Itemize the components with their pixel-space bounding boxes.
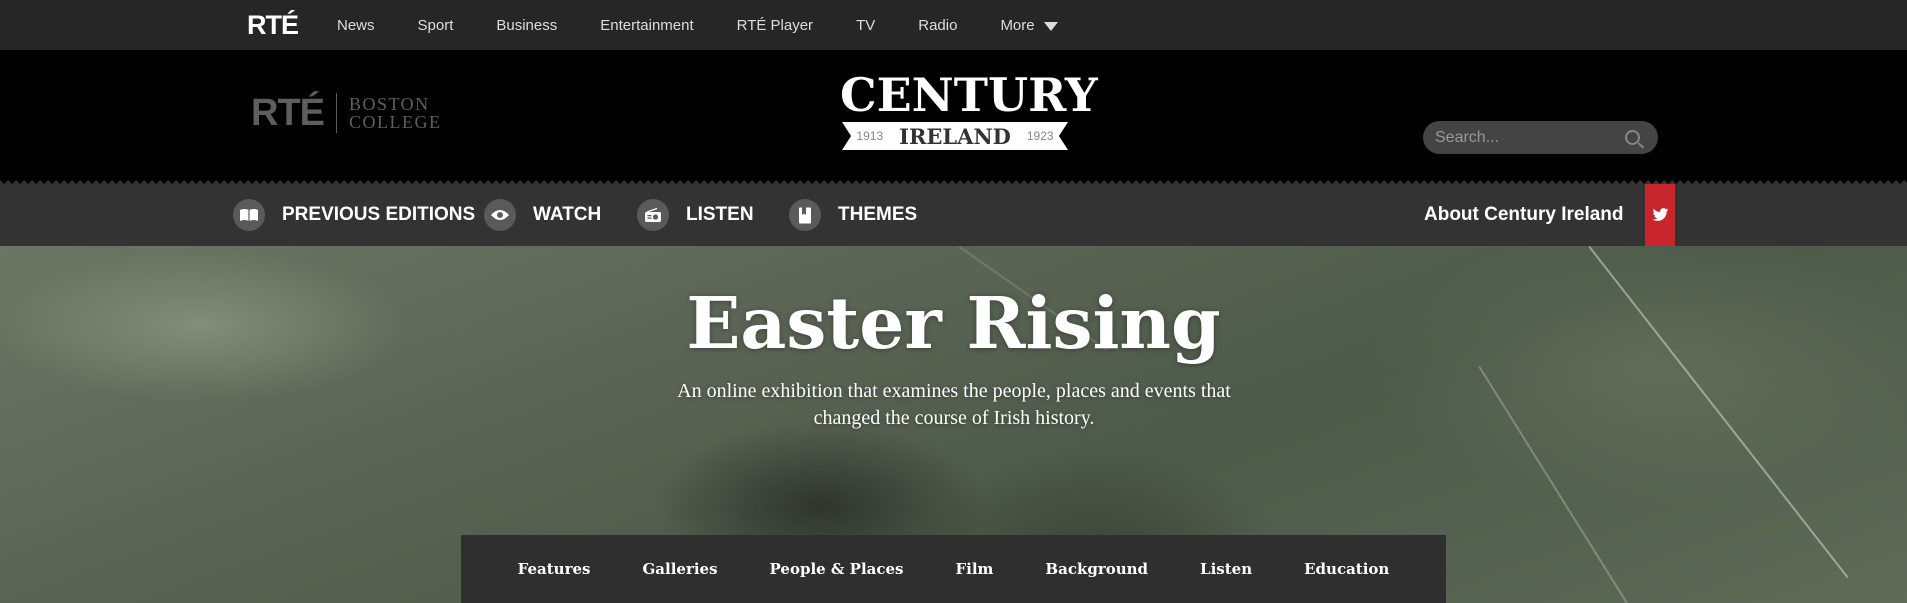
search-box xyxy=(1423,121,1658,154)
tab-background[interactable]: Background xyxy=(1045,560,1148,578)
tab-education[interactable]: Education xyxy=(1304,560,1389,578)
header-divider xyxy=(0,180,1907,188)
hero-banner: Easter Rising An online exhibition that … xyxy=(0,246,1907,603)
site-header: RTÉ BOSTON COLLEGE CENTURY 1913 IRELAND … xyxy=(0,50,1907,184)
nav-more-label: More xyxy=(1000,16,1035,34)
brand-ireland: IRELAND xyxy=(899,123,1011,149)
brand-title: CENTURY xyxy=(840,68,1098,122)
hero-photo-crack xyxy=(1478,366,1629,603)
caret-down-icon xyxy=(1043,21,1058,31)
rte-top-nav: RTÉ News Sport Business Entertainment RT… xyxy=(0,0,1907,50)
eye-icon xyxy=(484,199,516,231)
partner-rte-logo: RTÉ xyxy=(251,93,337,133)
nav-link-business[interactable]: Business xyxy=(496,17,557,34)
search-icon[interactable] xyxy=(1625,130,1640,145)
nav-previous-editions[interactable]: PREVIOUS EDITIONS xyxy=(233,184,475,246)
nav-link-news[interactable]: News xyxy=(337,17,375,34)
tab-features[interactable]: Features xyxy=(518,560,591,578)
rte-nav-links: News Sport Business Entertainment RTÉ Pl… xyxy=(337,0,1101,50)
tab-film[interactable]: Film xyxy=(956,560,994,578)
radio-icon xyxy=(637,199,669,231)
brand-year-start: 1913 xyxy=(856,129,884,143)
tab-people-places[interactable]: People & Places xyxy=(770,560,904,578)
nav-label-previous-editions: PREVIOUS EDITIONS xyxy=(282,204,476,225)
partner-logo[interactable]: RTÉ BOSTON COLLEGE xyxy=(251,93,441,133)
about-link[interactable]: About Century Ireland xyxy=(1424,184,1624,246)
page-subtitle-line1: An online exhibition that examines the p… xyxy=(677,380,1231,402)
nav-more-menu[interactable]: More xyxy=(1000,16,1058,34)
nav-link-tv[interactable]: TV xyxy=(856,17,875,34)
nav-watch[interactable]: WATCH xyxy=(484,184,601,246)
tab-listen[interactable]: Listen xyxy=(1200,560,1252,578)
section-tabs: Features Galleries People & Places Film … xyxy=(461,535,1446,603)
nav-link-sport[interactable]: Sport xyxy=(418,17,454,34)
century-ireland-logo[interactable]: CENTURY 1913 IRELAND 1923 xyxy=(840,68,1098,150)
page-title: Easter Rising xyxy=(686,281,1221,365)
tab-galleries[interactable]: Galleries xyxy=(642,560,717,578)
nav-label-watch: WATCH xyxy=(533,204,602,225)
boston-college-line1: BOSTON xyxy=(349,94,430,114)
nav-link-rte-player[interactable]: RTÉ Player xyxy=(737,17,813,34)
brand-year-end: 1923 xyxy=(1026,129,1054,143)
nav-label-listen: LISTEN xyxy=(686,204,754,225)
page-subtitle: An online exhibition that examines the p… xyxy=(640,378,1268,432)
nav-themes[interactable]: THEMES xyxy=(789,184,917,246)
rte-logo[interactable]: RTÉ xyxy=(247,10,299,41)
section-nav: PREVIOUS EDITIONS WATCH LISTEN THEMES Ab… xyxy=(0,184,1907,246)
nav-label-themes: THEMES xyxy=(838,204,918,225)
nav-link-radio[interactable]: Radio xyxy=(918,17,957,34)
page-subtitle-line2: changed the course of Irish history. xyxy=(813,407,1095,429)
brand-ribbon: 1913 IRELAND 1923 xyxy=(842,122,1068,150)
boston-college-line2: COLLEGE xyxy=(349,112,442,132)
twitter-icon xyxy=(1652,208,1668,221)
nav-listen[interactable]: LISTEN xyxy=(637,184,754,246)
search-input[interactable] xyxy=(1433,127,1627,148)
bookmark-icon xyxy=(789,199,821,231)
page: RTÉ News Sport Business Entertainment RT… xyxy=(0,0,1907,603)
book-icon xyxy=(233,199,265,231)
nav-link-entertainment[interactable]: Entertainment xyxy=(600,17,693,34)
boston-college-logo: BOSTON COLLEGE xyxy=(337,95,441,131)
